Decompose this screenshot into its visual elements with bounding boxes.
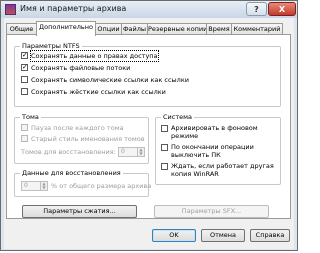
title-bar: Имя и параметры архива ? X	[1, 1, 297, 18]
spin-down-icon[interactable]: ▼	[138, 152, 144, 156]
recovery-percent-spinner[interactable]: ▲ ▼	[40, 181, 48, 191]
checkbox-icon[interactable]	[21, 124, 28, 131]
window-title: Имя и параметры архива	[20, 4, 127, 13]
volumes-recovery-spinner[interactable]: ▲ ▼	[137, 147, 145, 157]
option-label: Архивировать в фоновом режиме	[171, 124, 258, 140]
sfx-settings-button[interactable]: Параметры SFX...	[154, 205, 269, 218]
compression-settings-button[interactable]: Параметры сжатия...	[22, 205, 137, 218]
option-label: Сохранять файловые потоки	[31, 64, 131, 72]
option-label: По окончании операции выключить ПК	[171, 143, 254, 159]
winrar-app-icon	[5, 4, 16, 15]
ntfs-group: Параметры NTFS ✓ Сохранять данные о прав…	[14, 42, 281, 107]
tab-advanced[interactable]: Дополнительно	[36, 21, 96, 36]
system-group: Система Архивировать в фоновом режиме По…	[155, 113, 281, 185]
system-group-title: Система	[161, 113, 195, 122]
option-label: Ждать, если работает другая копия WinRAR	[171, 162, 274, 178]
recovery-group-title: Данные для восстановления	[20, 169, 123, 178]
volumes-recovery-label: Томов для восстановления:	[21, 148, 116, 156]
volumes-group: Тома Паузa после каждого тома Старый сти…	[14, 113, 149, 164]
recovery-group: Данные для восстановления 0 ▲ ▼ % от общ…	[14, 169, 152, 197]
option-label: Паузa после каждого тома	[31, 124, 124, 132]
dialog-client-area: Общие Дополнительно Опции Файлы Резервны…	[4, 18, 294, 249]
option-label: Сохранять данные о правах доступа	[30, 50, 159, 62]
advanced-tab-panel: Параметры NTFS ✓ Сохранять данные о прав…	[6, 34, 291, 219]
cancel-button[interactable]: Отмена	[201, 229, 245, 242]
checkbox-icon[interactable]	[161, 125, 168, 132]
title-help-button[interactable]: ?	[246, 2, 267, 16]
checkbox-checked-icon[interactable]: ✓	[21, 64, 28, 71]
volumes-group-title: Тома	[20, 113, 41, 122]
checkbox-icon[interactable]	[21, 88, 28, 95]
close-button[interactable]: X	[268, 2, 296, 16]
ntfs-group-title: Параметры NTFS	[20, 42, 82, 51]
recovery-suffix-label: % от общего размера архива	[51, 182, 152, 190]
ok-button[interactable]: OK	[152, 229, 196, 242]
checkbox-icon[interactable]	[21, 135, 28, 142]
checkbox-icon[interactable]	[21, 76, 28, 83]
help-button[interactable]: Справка	[250, 229, 290, 242]
volumes-recovery-input[interactable]: 0	[118, 147, 138, 157]
checkbox-checked-icon[interactable]: ✓	[21, 52, 28, 59]
option-label: Сохранять символические ссылки как ссылк…	[31, 76, 189, 84]
option-label: Старый стиль именования томов	[31, 135, 145, 143]
spin-down-icon[interactable]: ▼	[41, 186, 47, 190]
archive-options-dialog: Имя и параметры архива ? X Общие Дополни…	[0, 0, 298, 251]
checkbox-icon[interactable]	[161, 163, 168, 170]
recovery-percent-input[interactable]: 0	[21, 181, 41, 191]
checkbox-icon[interactable]	[161, 144, 168, 151]
option-label: Сохранять жёсткие ссылки как ссылки	[31, 88, 166, 96]
